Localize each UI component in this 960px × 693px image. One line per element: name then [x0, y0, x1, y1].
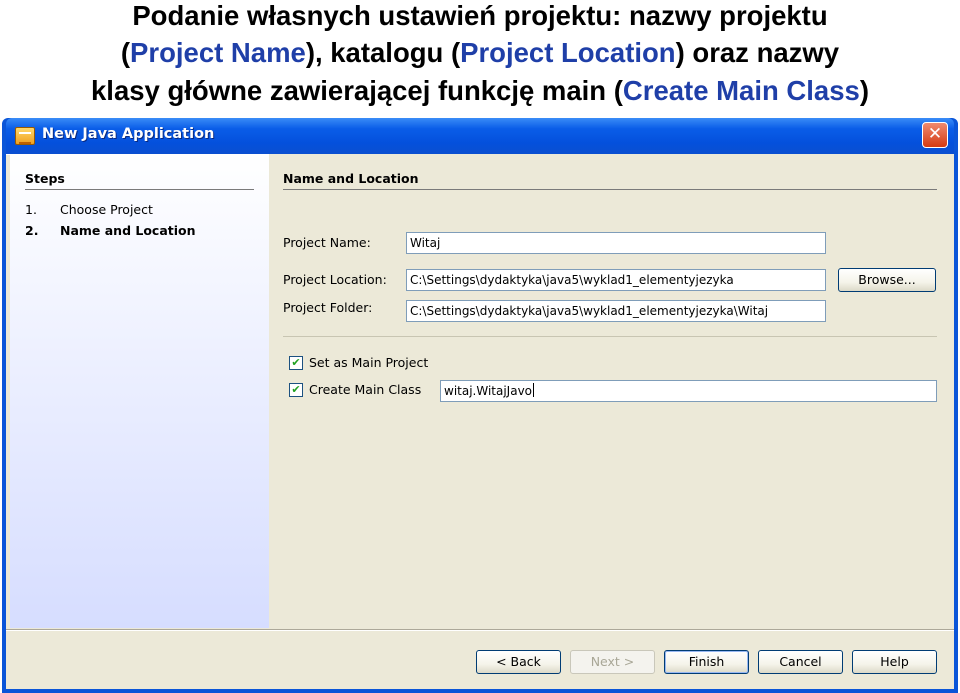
caption-text: klasy główne zawierającej funkcję main ( [91, 75, 623, 106]
caption-highlight-create-main-class: Create Main Class [622, 75, 860, 106]
caption-text: ), katalogu ( [305, 37, 461, 68]
coffee-cup-icon [15, 127, 35, 145]
window-title: New Java Application [42, 126, 215, 142]
steps-panel: Steps 1. Choose Project 2. Name and Locati… [10, 154, 269, 628]
project-location-input[interactable]: C:\Settings\dydaktyka\java5\wyklad1_elem… [406, 269, 826, 291]
browse-button[interactable]: Browse... [838, 268, 936, 292]
caption-line-1: Podanie własnych ustawień projektu: nazw… [132, 0, 828, 31]
next-button: Next > [570, 650, 655, 674]
name-location-panel: Name and Location Project Name: Witaj Pr… [269, 154, 954, 628]
checkmark-icon: ✔ [291, 383, 301, 396]
caption-line-3: klasy główne zawierającej funkcję main (… [0, 72, 960, 110]
steps-heading: Steps [25, 171, 65, 186]
title-bar[interactable]: New Java Application ✕ [6, 118, 954, 154]
project-location-label: Project Location: [283, 272, 387, 287]
caption-line-2: (Project Name), katalogu (Project Locati… [0, 34, 960, 72]
help-button[interactable]: Help [852, 650, 937, 674]
back-button[interactable]: < Back [476, 650, 561, 674]
close-button[interactable]: ✕ [922, 122, 948, 148]
project-name-label: Project Name: [283, 235, 371, 250]
slide-caption: Podanie własnych ustawień projektu: nazw… [0, 0, 960, 110]
caption-text: ) oraz nazwy [675, 37, 840, 68]
step-number: 1. [25, 202, 37, 217]
divider [6, 630, 954, 631]
project-name-input[interactable]: Witaj [406, 232, 826, 254]
caption-highlight-project-location: Project Location [460, 37, 676, 68]
divider [25, 189, 254, 190]
step-label: Name and Location [60, 223, 196, 238]
cancel-button[interactable]: Cancel [758, 650, 843, 674]
create-main-class-label[interactable]: Create Main Class [309, 382, 421, 397]
finish-button[interactable]: Finish [664, 650, 749, 674]
step-number: 2. [25, 223, 39, 238]
step-label: Choose Project [60, 202, 153, 217]
text-cursor [533, 383, 535, 397]
dialog-body: Steps 1. Choose Project 2. Name and Locati… [6, 154, 954, 689]
main-class-input[interactable]: witaj.WitajJavo [440, 380, 937, 402]
step-choose-project: 1. Choose Project [25, 202, 153, 217]
divider [283, 336, 937, 337]
main-class-value: witaj.WitajJavo [444, 384, 533, 398]
caption-highlight-project-name: Project Name [130, 37, 306, 68]
divider [283, 189, 937, 190]
panel-heading: Name and Location [283, 171, 419, 186]
caption-text: ( [120, 37, 131, 68]
dialog-window: New Java Application ✕ Steps 1. Choose Pr… [2, 118, 958, 693]
set-main-project-checkbox[interactable]: ✔ [289, 356, 303, 370]
create-main-class-checkbox[interactable]: ✔ [289, 383, 303, 397]
project-folder-label: Project Folder: [283, 300, 373, 315]
step-name-and-location: 2. Name and Location [25, 223, 196, 238]
project-folder-field: C:\Settings\dydaktyka\java5\wyklad1_elem… [406, 300, 826, 322]
caption-text: ) [859, 75, 869, 106]
set-main-project-label[interactable]: Set as Main Project [309, 355, 428, 370]
checkmark-icon: ✔ [291, 356, 301, 369]
